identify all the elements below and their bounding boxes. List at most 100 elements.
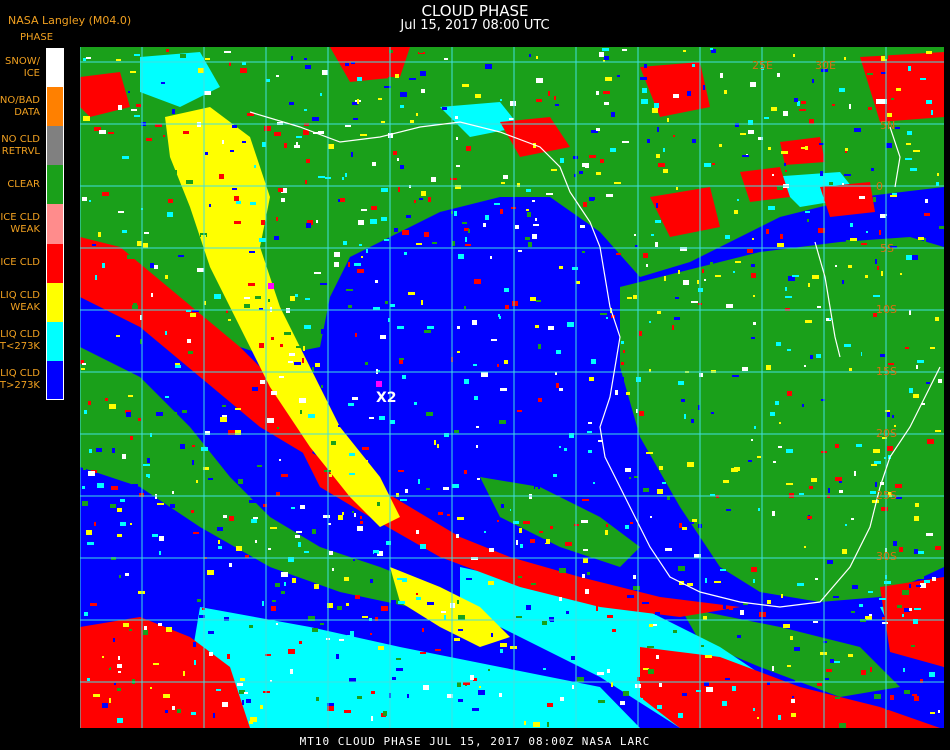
speckle-pixel [229,516,234,521]
speckle-pixel [533,722,540,727]
speckle-pixel [621,377,624,381]
speckle-pixel [143,464,150,466]
speckle-pixel [236,201,241,204]
speckle-pixel [645,688,651,693]
speckle-pixel [925,199,928,203]
speckle-pixel [260,380,265,384]
speckle-pixel [926,51,932,54]
speckle-pixel [109,404,116,409]
speckle-pixel [656,655,659,659]
speckle-pixel [377,502,380,506]
speckle-pixel [718,509,720,514]
speckle-pixel [239,293,243,296]
speckle-pixel [660,663,667,666]
speckle-pixel [349,473,355,475]
speckle-pixel [475,94,481,98]
speckle-pixel [625,468,631,472]
speckle-pixel [296,136,302,138]
speckle-pixel [536,99,542,102]
speckle-pixel [559,388,563,391]
speckle-pixel [383,711,387,716]
speckle-pixel [400,499,407,501]
speckle-pixel [791,713,796,717]
speckle-pixel [470,675,474,680]
speckle-pixel [175,625,177,627]
speckle-pixel [682,693,687,696]
speckle-pixel [676,187,678,190]
speckle-pixel [180,444,185,449]
speckle-pixel [611,682,613,687]
speckle-pixel [787,391,792,396]
speckle-pixel [842,183,844,185]
speckle-pixel [518,250,522,252]
speckle-pixel [505,305,509,309]
speckle-pixel [362,616,368,618]
speckle-pixel [710,606,712,608]
speckle-pixel [208,631,214,634]
speckle-pixel [489,548,494,552]
speckle-pixel [673,94,679,98]
speckle-pixel [146,138,152,141]
speckle-pixel [364,404,370,409]
speckle-pixel [372,162,376,166]
speckle-pixel [692,519,697,522]
speckle-pixel [304,109,307,111]
speckle-pixel [270,527,277,529]
speckle-pixel [343,241,347,245]
speckle-pixel [799,109,806,111]
speckle-pixel [132,305,138,309]
speckle-pixel [348,262,350,267]
speckle-pixel [920,78,926,80]
speckle-pixel [209,204,211,207]
speckle-pixel [303,130,309,135]
speckle-pixel [625,525,629,529]
speckle-pixel [530,539,535,543]
speckle-pixel [593,118,599,122]
speckle-pixel [606,317,608,319]
speckle-pixel [910,168,917,171]
speckle-pixel [291,507,295,509]
speckle-pixel [935,546,941,550]
speckle-pixel [118,656,120,660]
speckle-pixel [262,142,266,147]
speckle-pixel [600,159,604,163]
speckle-pixel [533,393,537,396]
speckle-pixel [526,605,531,610]
speckle-pixel [861,633,865,637]
speckle-pixel [539,531,543,533]
speckle-pixel [630,522,633,524]
speckle-pixel [420,544,426,549]
speckle-pixel [890,695,894,700]
speckle-pixel [542,621,547,625]
speckle-pixel [582,251,585,253]
speckle-pixel [881,72,886,74]
speckle-pixel [291,56,293,60]
speckle-pixel [678,566,685,571]
speckle-pixel [689,128,693,131]
speckle-pixel [939,226,944,229]
speckle-pixel [398,470,404,472]
speckle-pixel [232,225,236,227]
speckle-pixel [826,669,832,672]
speckle-pixel [890,408,893,413]
speckle-pixel [457,517,464,520]
speckle-pixel [887,113,892,117]
speckle-pixel [444,58,448,60]
speckle-pixel [592,661,594,663]
speckle-pixel [706,687,713,692]
speckle-pixel [747,249,753,253]
speckle-pixel [117,664,122,668]
speckle-pixel [560,158,564,163]
speckle-pixel [288,361,293,363]
speckle-pixel [812,275,819,279]
speckle-pixel [334,252,340,257]
speckle-pixel [499,420,506,424]
speckle-pixel [881,271,883,276]
speckle-pixel [497,364,499,367]
speckle-pixel [248,392,255,396]
speckle-pixel [583,202,587,207]
speckle-pixel [398,601,405,604]
speckle-pixel [291,504,295,506]
speckle-pixel [906,143,911,145]
speckle-pixel [400,165,404,169]
